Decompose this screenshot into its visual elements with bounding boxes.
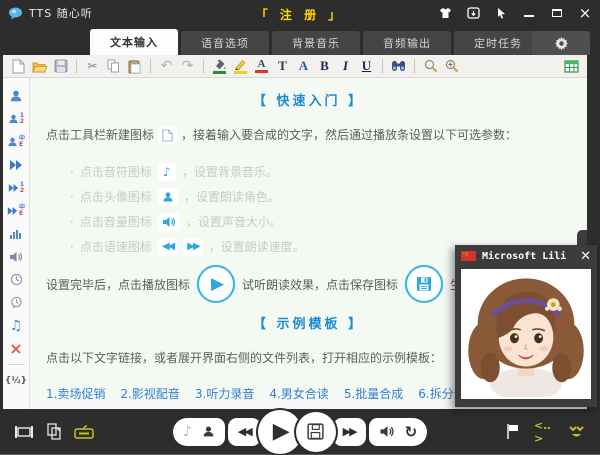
bold-icon[interactable]: B	[315, 57, 334, 76]
window-title: TTS 随心听	[29, 5, 93, 21]
volume-button[interactable]	[379, 425, 395, 438]
zoom-in-icon[interactable]	[442, 57, 461, 76]
reader-number-icon[interactable]: 12	[3, 107, 30, 130]
highlight-icon[interactable]	[231, 57, 250, 76]
clock-icon[interactable]	[3, 268, 30, 291]
player-right-segment: ↻	[369, 418, 428, 446]
popup-avatar-panel	[461, 269, 591, 399]
reader-language-icon[interactable]: 中E	[3, 130, 30, 153]
rewind-button[interactable]: ◀◀	[238, 425, 251, 438]
link-template-2[interactable]: 2.影视配音	[120, 385, 179, 402]
option-list: · 点击音符图标 ♪ ，设置背景音乐。 · 点击头像图标 ，设置朗读角色。	[46, 159, 571, 259]
tray-icon[interactable]	[466, 6, 480, 20]
repeat-button[interactable]: ↻	[405, 423, 418, 441]
avatar	[463, 271, 589, 397]
music-note-inline-icon: ♪	[158, 163, 176, 181]
redo-icon[interactable]: ↷	[178, 57, 197, 76]
find-icon[interactable]	[389, 57, 408, 76]
rewind-inline-icon: ◀◀	[158, 238, 177, 256]
toolbar: ✂ ↶ ↷ A T A B	[3, 55, 587, 78]
font-icon[interactable]: A	[294, 57, 313, 76]
fill-color-icon[interactable]	[210, 57, 229, 76]
paste-icon[interactable]	[125, 57, 144, 76]
tab-scheduled-tasks[interactable]: 定时任务	[454, 31, 542, 55]
new-icon[interactable]	[9, 57, 28, 76]
tab-text-input[interactable]: 文本输入	[90, 29, 178, 55]
text-style-icon[interactable]: T	[273, 57, 292, 76]
brace-variable-icon[interactable]: {½}	[3, 369, 30, 392]
link-template-5[interactable]: 5.批量合成	[344, 385, 403, 402]
voice-button[interactable]	[202, 425, 215, 438]
save-mp3-button[interactable]	[296, 412, 336, 452]
settings-button[interactable]	[532, 31, 590, 55]
forward-inline-icon: ▶▶	[183, 238, 202, 256]
player-left-segment: ♪	[173, 418, 225, 446]
volume-inline-icon	[158, 213, 180, 231]
play-demo-icon: ▶	[197, 265, 235, 303]
china-flag-icon	[461, 251, 476, 261]
underline-icon[interactable]: U	[357, 57, 376, 76]
tab-voice-options[interactable]: 语音选项	[181, 31, 269, 55]
tab-audio-output[interactable]: 音频输出	[363, 31, 451, 55]
register-link[interactable]: 「 注 册 」	[256, 8, 345, 22]
close-button[interactable]: ×	[578, 6, 592, 20]
sidebar: 12 中E 12 中E	[3, 78, 30, 409]
app-icon	[8, 7, 23, 20]
open-icon[interactable]	[30, 57, 49, 76]
save-icon[interactable]	[51, 57, 70, 76]
bgm-button[interactable]: ♪	[183, 424, 192, 440]
maximize-button[interactable]	[550, 6, 564, 20]
new-doc-inline-icon	[158, 126, 177, 144]
italic-icon[interactable]: I	[336, 57, 355, 76]
gear-icon	[554, 36, 569, 51]
table-icon[interactable]	[562, 57, 581, 76]
popup-close-icon[interactable]: ✕	[580, 249, 591, 264]
flag-icon[interactable]	[502, 422, 522, 442]
minimize-button[interactable]	[522, 6, 536, 20]
app-window: TTS 随心听 「 注 册 」 × 文本输入 语音选项 背景音乐 音频输出 定时…	[0, 0, 600, 455]
titlebar: TTS 随心听 「 注 册 」 ×	[0, 0, 600, 26]
bullet-reader-role: · 点击头像图标 ，设置朗读角色。	[46, 184, 571, 209]
voice-preview-popup: Microsoft Lili ✕	[455, 245, 597, 407]
delete-icon[interactable]: ×	[3, 337, 30, 360]
sidebar-separator	[8, 364, 25, 365]
font-color-icon[interactable]: A	[252, 57, 271, 76]
speed-icon[interactable]	[3, 153, 30, 176]
section-title-quickstart: 【 快速入门 】	[46, 90, 571, 109]
player-rewind-segment: ◀◀	[228, 418, 261, 446]
speed-language-icon[interactable]: 中E	[3, 199, 30, 222]
zoom-out-icon[interactable]	[421, 57, 440, 76]
avatar-inline-icon	[158, 188, 178, 206]
reader-role-icon[interactable]	[3, 84, 30, 107]
volume-bars-icon[interactable]	[3, 222, 30, 245]
tab-bar: 文本输入 语音选项 背景音乐 音频输出 定时任务	[0, 26, 600, 55]
copy-icon[interactable]	[104, 57, 123, 76]
music-note-icon[interactable]: ♫	[3, 314, 30, 337]
bullet-volume: · 点击音量图标 ，设置声音大小。	[46, 209, 571, 234]
smiley-icon[interactable]	[566, 422, 586, 442]
quickstart-paragraph: 点击工具栏新建图标 ，接着输入要合成的文字，然后通过播放条设置以下可选参数：	[46, 125, 571, 145]
popup-title: Microsoft Lili	[482, 251, 574, 262]
cursor-icon[interactable]	[494, 6, 508, 20]
clock-chat-icon[interactable]	[3, 291, 30, 314]
link-template-4[interactable]: 4.男女合读	[269, 385, 328, 402]
bottom-bar: ♪ ◀◀ ▶ ▶▶ ↻	[0, 409, 600, 454]
save-demo-icon	[405, 265, 443, 303]
bullet-background-music: · 点击音符图标 ♪ ，设置背景音乐。	[46, 159, 571, 184]
link-template-1[interactable]: 1.卖场促销	[46, 385, 105, 402]
shirt-icon[interactable]	[438, 6, 452, 20]
tab-background-music[interactable]: 背景音乐	[272, 31, 360, 55]
player-forward-segment: ▶▶	[333, 418, 366, 446]
cut-icon[interactable]: ✂	[83, 57, 102, 76]
forward-button[interactable]: ▶▶	[343, 425, 356, 438]
code-icon[interactable]: <‥>	[534, 422, 554, 442]
popup-header[interactable]: Microsoft Lili ✕	[455, 245, 597, 267]
speaker-icon[interactable]	[3, 245, 30, 268]
speed-number-icon[interactable]: 12	[3, 176, 30, 199]
undo-icon[interactable]: ↶	[157, 57, 176, 76]
link-template-3[interactable]: 3.听力录音	[195, 385, 254, 402]
